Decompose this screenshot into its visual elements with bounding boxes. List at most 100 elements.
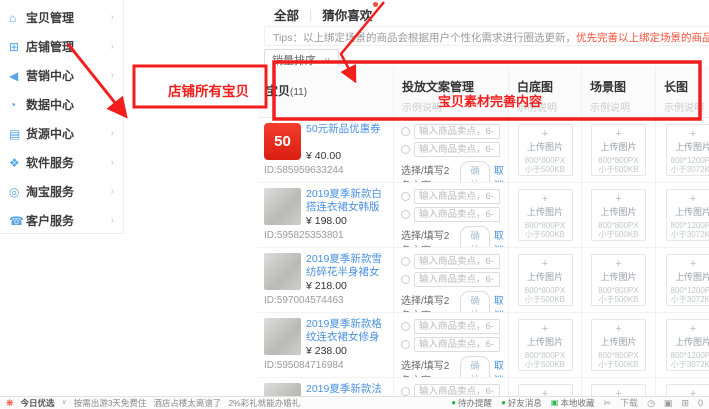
upload-image-button[interactable]: + 上传图片 800*800PX小于500KB [518, 319, 573, 371]
copy-input-1[interactable] [414, 124, 500, 139]
upload-image-button[interactable]: + 上传图片 800*1200PX小于3072KB [666, 254, 709, 306]
chevron-down-icon[interactable]: ∨ [62, 397, 67, 409]
sidebar-item[interactable]: ☎ 客户服务 › [0, 206, 123, 235]
tab-all[interactable]: 全部 [274, 5, 299, 24]
upload-spec: 800*800PX小于500KB [519, 221, 572, 239]
ticker-headline-link[interactable]: 酒店占楼太离谱了 [153, 398, 221, 408]
taskbar-status-item[interactable]: ▣本地收藏 [551, 397, 595, 409]
plus-icon: + [667, 194, 709, 204]
product-title-link[interactable]: 2019夏季新款白搭连衣裙女韩版短袖T恤中长款 [306, 188, 389, 213]
upload-image-button[interactable]: + 上传图片 800*800PX小于500KB [591, 124, 646, 176]
copy-input-2[interactable] [414, 337, 500, 352]
upload-spec: 800*800PX小于500KB [592, 351, 645, 369]
taskbar-status-item[interactable]: ●待办提醒 [451, 397, 492, 409]
sidebar-item[interactable]: ⊞ 店铺管理 › [0, 32, 123, 61]
product-title-link[interactable]: 2019夏季新款格纹连衣裙女修身显瘦小众网红 [306, 318, 389, 343]
upload-image-button[interactable]: + 上传图片 800*800PX小于500KB [591, 319, 646, 371]
taskbar-tool-icon[interactable]: 下载 [620, 397, 638, 409]
upload-image-button[interactable]: + 上传图片 800*800PX小于500KB [518, 254, 573, 306]
taskbar-tool-icon[interactable]: ◷ [647, 397, 655, 409]
upload-image-button[interactable]: + 上传图片 800*1200PX小于3072KB [666, 124, 709, 176]
cancel-link[interactable]: 取消 [494, 227, 508, 247]
product-thumbnail[interactable] [264, 318, 301, 355]
upload-spec: 800*800PX小于500KB [592, 221, 645, 239]
taskbar-tool-icon[interactable]: ✂ [604, 397, 612, 409]
cancel-link[interactable]: 取消 [494, 357, 508, 377]
copy-checkbox-1[interactable] [401, 127, 410, 136]
confirm-button[interactable]: 确认 [460, 226, 489, 247]
copy-input-1[interactable] [414, 319, 500, 334]
copy-checkbox-2[interactable] [401, 340, 410, 349]
column-label: 场景图 [590, 78, 647, 95]
product-thumbnail[interactable]: 50 [264, 123, 301, 160]
sidebar-item[interactable]: ⌂ 宝贝管理 › [0, 3, 123, 32]
taskbar-status-item[interactable]: ●好友消息 [501, 397, 542, 409]
ticker-title[interactable]: 今日优选 [21, 397, 55, 409]
product-thumbnail[interactable] [264, 188, 301, 225]
copy-input-2[interactable] [414, 272, 500, 287]
sidebar-item[interactable]: ▤ 货源中心 › [0, 119, 123, 148]
upload-label: 上传图片 [519, 140, 572, 153]
copy-checkbox-1[interactable] [401, 387, 410, 396]
sidebar-item-label: 店铺管理 [26, 38, 74, 55]
main-content: 全部 | 猜你喜欢 Tips：以上绑定场景的商品会根据用户个性化需求进行圈选更新… [124, 0, 709, 409]
product-price: ¥ 40.00 [306, 150, 381, 162]
upload-image-button[interactable]: + 上传图片 800*800PX小于500KB [591, 189, 646, 241]
copy-checkbox-1[interactable] [401, 322, 410, 331]
sidebar-item[interactable]: ◎ 淘宝服务 › [0, 177, 123, 206]
upload-label: 上传图片 [592, 270, 645, 283]
taskbar-tool-icon[interactable]: 0 [698, 397, 703, 409]
product-count: (11) [290, 87, 307, 98]
confirm-button[interactable]: 确认 [460, 356, 489, 377]
tab-guess-you-like[interactable]: 猜你喜欢 [322, 5, 372, 24]
copy-input-1[interactable] [414, 189, 500, 204]
column-label: 长图 [664, 78, 709, 95]
sidebar-item[interactable]: ◔ 数据中心 › [0, 90, 123, 119]
upload-spec: 800*800PX小于500KB [519, 156, 572, 174]
upload-image-button[interactable]: + 上传图片 800*800PX小于500KB [591, 254, 646, 306]
plus-icon: + [592, 194, 645, 204]
ticker-headline-link[interactable]: 2%彩礼就能办婚礼 [228, 398, 300, 408]
copy-hint: 选择/填写2条文案 [401, 292, 456, 312]
copy-input-2[interactable] [414, 207, 500, 222]
confirm-button[interactable]: 确认 [460, 291, 489, 312]
chevron-down-icon: ∨ [324, 55, 331, 66]
taskbar-tool-icon[interactable]: ⊞ [681, 397, 689, 409]
sidebar-item[interactable]: ◀ 营销中心 › [0, 61, 123, 90]
product-cell: 2019夏季新款雪纺碎花半身裙女中长款韩版百搭 ¥ 218.00 ID:5970… [258, 248, 394, 312]
copy-checkbox-1[interactable] [401, 257, 410, 266]
upload-spec: 800*1200PX小于3072KB [667, 156, 709, 174]
tips-banner: Tips：以上绑定场景的商品会根据用户个性化需求进行圈选更新，优先完善以上绑定场… [264, 26, 709, 46]
upload-image-button[interactable]: + 上传图片 800*1200PX小于3072KB [666, 189, 709, 241]
upload-label: 上传图片 [667, 205, 709, 218]
upload-label: 上传图片 [519, 205, 572, 218]
cancel-link[interactable]: 取消 [494, 292, 508, 312]
sidebar-item[interactable]: ❖ 软件服务 › [0, 148, 123, 177]
copy-checkbox-2[interactable] [401, 275, 410, 284]
copy-checkbox-2[interactable] [401, 145, 410, 154]
copy-checkbox-1[interactable] [401, 192, 410, 201]
copy-input-1[interactable] [414, 254, 500, 269]
upload-image-button[interactable]: + 上传图片 800*1200PX小于3072KB [666, 319, 709, 371]
upload-spec: 800*1200PX小于3072KB [667, 351, 709, 369]
copy-checkbox-2[interactable] [401, 210, 410, 219]
white-bg-upload-cell: + 上传图片 800*800PX小于500KB [509, 313, 582, 377]
green-dot-icon: ● [451, 397, 456, 409]
taskbar-tool-icon[interactable]: ▣ [664, 397, 673, 409]
column-example-link[interactable]: 示例说明 [517, 99, 573, 114]
plus-icon: + [592, 324, 645, 334]
shop-icon: ⊞ [9, 40, 26, 54]
confirm-button[interactable]: 确认 [460, 161, 489, 182]
product-title-link[interactable]: 2019夏季新款雪纺碎花半身裙女中长款韩版百搭 [306, 253, 389, 278]
upload-image-button[interactable]: + 上传图片 800*800PX小于500KB [518, 189, 573, 241]
upload-image-button[interactable]: + 上传图片 800*800PX小于500KB [518, 124, 573, 176]
column-example-link[interactable]: 示例说明 [402, 99, 500, 114]
plus-icon: + [667, 324, 709, 334]
column-example-link[interactable]: 示例说明 [590, 99, 647, 114]
ticker-headline-link[interactable]: 按需出游3天免费住 [74, 398, 147, 408]
cancel-link[interactable]: 取消 [494, 162, 508, 182]
column-example-link[interactable]: 示例说明 [664, 99, 709, 114]
product-thumbnail[interactable] [264, 253, 301, 290]
copy-input-2[interactable] [414, 142, 500, 157]
product-title-link[interactable]: 50元新品优惠券 [306, 123, 381, 148]
